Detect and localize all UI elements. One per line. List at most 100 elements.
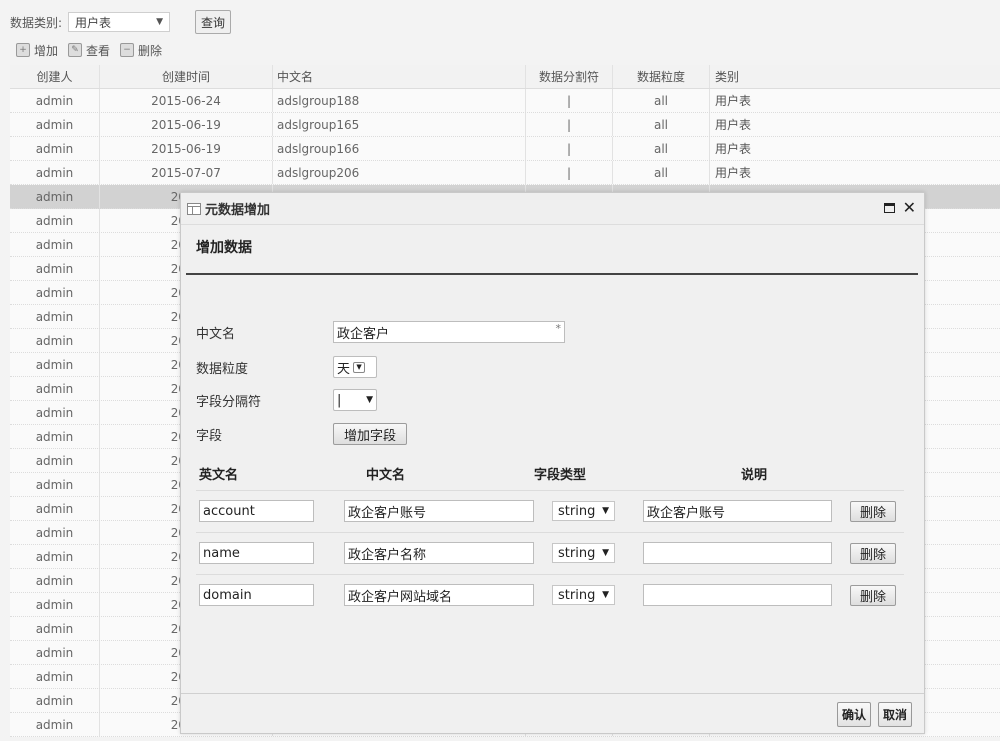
section-divider (186, 273, 918, 275)
cell-creator: admin (10, 425, 100, 448)
granularity-select[interactable]: 天 ▼ (333, 356, 377, 378)
cell-creator: admin (10, 617, 100, 640)
remove-icon: − (120, 43, 135, 57)
cell-creator: admin (10, 497, 100, 520)
cell-created-time: 2015-06-24 (100, 89, 273, 112)
cell-creator: admin (10, 665, 100, 688)
delete-field-button[interactable]: 删除 (850, 585, 896, 606)
table-icon (187, 202, 201, 215)
field-column-english: 英文名 (199, 468, 239, 483)
view-button[interactable]: ✎ 查看 (68, 42, 110, 59)
field-column-desc: 说明 (741, 468, 768, 483)
grid-header: 创建人 创建时间 中文名 数据分割符 数据粒度 类别 (10, 65, 1000, 89)
field-english-name-input[interactable]: account (199, 500, 314, 522)
table-row[interactable]: admin 2015-06-19 adslgroup165 | all 用户表 (10, 113, 1000, 137)
field-chinese-name-input[interactable]: 政企客户网站域名 (344, 584, 534, 606)
edit-icon: ✎ (68, 43, 83, 57)
cell-creator: admin (10, 329, 100, 352)
add-field-button[interactable]: 增加字段 (333, 423, 407, 445)
confirm-button[interactable]: 确认 (837, 702, 871, 727)
granularity-value: 天 (337, 361, 351, 377)
view-button-label: 查看 (86, 43, 111, 58)
field-type-select[interactable]: string ▼ (552, 543, 615, 563)
field-row-divider (196, 490, 904, 491)
cell-created-time: 2015-06-19 (100, 113, 273, 136)
dialog-titlebar[interactable]: 元数据增加 ✕ (181, 193, 924, 225)
cell-creator: admin (10, 353, 100, 376)
table-row[interactable]: admin 2015-06-19 adslgroup166 | all 用户表 (10, 137, 1000, 161)
cell-creator: admin (10, 305, 100, 328)
cancel-button[interactable]: 取消 (878, 702, 912, 727)
column-header-creator[interactable]: 创建人 (10, 65, 100, 88)
close-icon[interactable]: ✕ (903, 200, 916, 216)
cell-separator: | (526, 137, 613, 160)
field-type-select[interactable]: string ▼ (552, 585, 615, 605)
column-header-granularity[interactable]: 数据粒度 (613, 65, 710, 88)
add-button-label: 增加 (34, 43, 59, 58)
dialog-body: 增加数据 中文名 政企客户 * 数据粒度 天 ▼ 字段分隔符 | ▼ 字段 增加… (181, 225, 924, 695)
column-header-created-time[interactable]: 创建时间 (100, 65, 273, 88)
section-title: 增加数据 (196, 240, 252, 256)
cell-separator: | (526, 113, 613, 136)
cell-creator: admin (10, 521, 100, 544)
cell-granularity: all (613, 89, 710, 112)
category-select[interactable]: 用户表 ▼ (68, 12, 171, 32)
field-type-select[interactable]: string ▼ (552, 501, 615, 521)
add-icon: + (16, 43, 30, 57)
add-button[interactable]: + 增加 (16, 42, 58, 59)
column-header-chinese-name[interactable]: 中文名 (273, 65, 526, 88)
cell-granularity: all (613, 113, 710, 136)
field-row-divider (196, 532, 904, 533)
field-description-input[interactable] (643, 542, 832, 564)
cell-category: 用户表 (715, 166, 752, 180)
chevron-down-icon: ▼ (156, 17, 164, 27)
dialog-controls: ✕ (883, 200, 916, 216)
cell-created-time: 2015-07-07 (100, 161, 273, 184)
separator-select[interactable]: | ▼ (333, 389, 377, 411)
category-select-value: 用户表 (75, 15, 112, 30)
cell-creator: admin (10, 473, 100, 496)
field-row-divider (196, 574, 904, 575)
column-header-separator[interactable]: 数据分割符 (526, 65, 613, 88)
field-column-chinese: 中文名 (366, 468, 406, 483)
cell-chinese-name: adslgroup166 (273, 137, 526, 160)
chevron-down-icon: ▼ (366, 395, 373, 405)
field-english-name-input[interactable]: name (199, 542, 314, 564)
cell-creator: admin (10, 209, 100, 232)
field-chinese-name-input[interactable]: 政企客户名称 (344, 542, 534, 564)
delete-button[interactable]: − 删除 (120, 42, 162, 59)
chevron-down-icon: ▼ (602, 548, 609, 558)
cell-creator: admin (10, 185, 100, 208)
dialog-footer: 确认 取消 (181, 693, 924, 733)
delete-button-label: 删除 (138, 43, 163, 58)
chinese-name-label: 中文名 (196, 327, 236, 342)
required-mark: * (555, 322, 562, 335)
delete-field-button[interactable]: 删除 (850, 543, 896, 564)
cell-creator: admin (10, 233, 100, 256)
table-row[interactable]: admin 2015-07-07 adslgroup206 | all 用户表 (10, 161, 1000, 185)
cell-creator: admin (10, 545, 100, 568)
maximize-icon[interactable] (883, 203, 895, 213)
cell-creator: admin (10, 401, 100, 424)
cell-creator: admin (10, 449, 100, 472)
chevron-down-icon: ▼ (602, 590, 609, 600)
cell-granularity: all (613, 137, 710, 160)
chinese-name-input[interactable]: 政企客户 * (333, 321, 565, 343)
field-description-input[interactable]: 政企客户账号 (643, 500, 832, 522)
dialog-title: 元数据增加 (205, 203, 271, 218)
field-description-input[interactable] (643, 584, 832, 606)
field-english-name-input[interactable]: domain (199, 584, 314, 606)
cell-creator: admin (10, 377, 100, 400)
delete-field-button[interactable]: 删除 (850, 501, 896, 522)
table-row[interactable]: admin 2015-06-24 adslgroup188 | all 用户表 (10, 89, 1000, 113)
field-type-value: string (558, 503, 596, 519)
field-chinese-name-input[interactable]: 政企客户账号 (344, 500, 534, 522)
cell-created-time: 2015-06-19 (100, 137, 273, 160)
field-column-type: 字段类型 (534, 468, 587, 483)
chevron-down-icon: ▼ (602, 506, 609, 516)
query-button[interactable]: 查询 (195, 10, 232, 34)
cell-creator: admin (10, 161, 100, 184)
column-header-category[interactable]: 类别 (710, 65, 1000, 88)
cell-category: 用户表 (715, 118, 752, 132)
cell-creator: admin (10, 113, 100, 136)
